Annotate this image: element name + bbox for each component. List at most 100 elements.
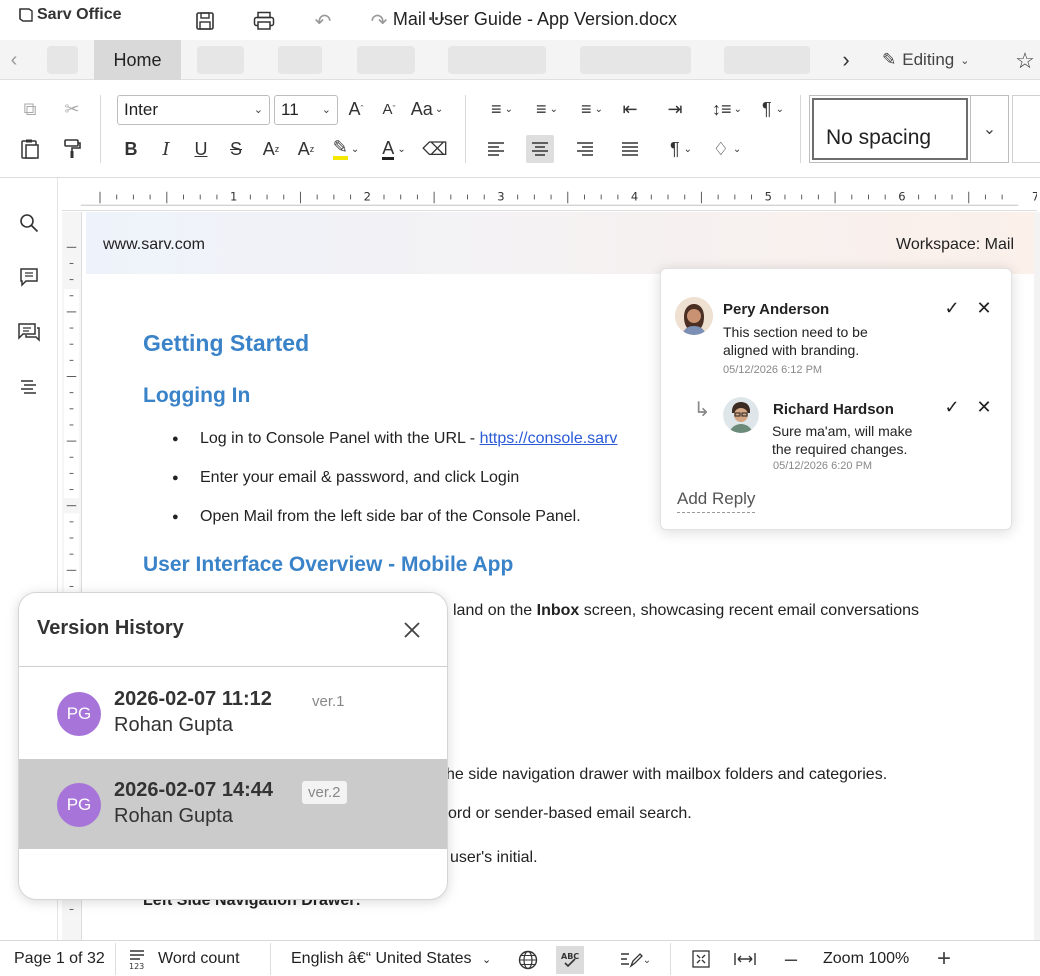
document-title: Mail User Guide - App Version.docx <box>392 9 678 29</box>
italic-icon[interactable]: I <box>152 135 180 163</box>
resolve-check-icon[interactable]: ✓ <box>941 396 963 418</box>
subscript-icon[interactable]: Az <box>292 135 320 163</box>
zoom-level[interactable]: Zoom 100% <box>823 950 909 968</box>
divider <box>670 943 671 975</box>
close-icon[interactable] <box>399 617 425 643</box>
font-color-icon[interactable]: A ⌄ <box>374 135 414 163</box>
track-changes-icon[interactable]: ⌄ <box>614 947 656 973</box>
version-datetime: 2026-02-07 11:12 <box>114 688 272 710</box>
globe-icon[interactable] <box>516 948 540 972</box>
undo-icon[interactable]: ↶ <box>310 8 336 34</box>
word-count-button[interactable]: 123 Word count <box>128 948 240 970</box>
tab-placeholder[interactable] <box>448 46 546 74</box>
redo-icon[interactable]: ↷ <box>366 8 392 34</box>
print-icon[interactable] <box>250 8 278 34</box>
underline-icon[interactable]: U <box>187 135 215 163</box>
comment-author: Pery Anderson <box>723 301 830 318</box>
copy-icon[interactable]: ⧉ <box>16 95 44 123</box>
add-reply-link[interactable]: Add Reply <box>677 489 756 513</box>
bold-icon[interactable]: B <box>117 135 145 163</box>
tab-placeholder[interactable] <box>197 46 244 74</box>
star-icon[interactable]: ☆ <box>1012 48 1038 74</box>
tab-placeholder[interactable] <box>278 46 322 74</box>
font-size-select[interactable]: 11 ⌄ <box>274 95 338 125</box>
more-icon[interactable]: ··· <box>424 6 450 32</box>
chevron-left-icon[interactable]: ‹ <box>4 48 24 72</box>
change-case-icon[interactable]: Aa ⌄ <box>408 95 446 123</box>
fit-width-icon[interactable] <box>732 947 758 971</box>
svg-text:ABC: ABC <box>561 952 579 961</box>
grow-font-icon[interactable]: Aˆ <box>342 95 370 123</box>
close-icon[interactable]: ✕ <box>973 396 995 418</box>
comment-icon[interactable] <box>14 262 44 292</box>
superscript-icon[interactable]: Az <box>257 135 285 163</box>
divider <box>465 95 466 163</box>
cut-icon[interactable]: ✂ <box>58 95 86 123</box>
fit-page-icon[interactable] <box>689 947 713 971</box>
console-link[interactable]: https://console.sarv <box>480 430 618 447</box>
app-name: Sarv Office <box>37 6 122 23</box>
tab-placeholder[interactable] <box>724 46 810 74</box>
version-item-selected[interactable]: PG 2026-02-07 14:44 Rohan Gupta ver.2 <box>19 759 447 849</box>
editing-mode-button[interactable]: ✎ Editing ⌄ <box>882 50 969 70</box>
align-center-icon[interactable] <box>526 135 554 163</box>
highlight-color-icon[interactable]: ✎ ⌄ <box>326 135 366 163</box>
save-icon[interactable] <box>192 8 218 34</box>
style-no-spacing[interactable]: No spacing <box>812 98 968 160</box>
increase-indent-icon[interactable]: ⇥ <box>661 95 689 123</box>
align-right-icon[interactable] <box>571 135 599 163</box>
ruler-label: 3 <box>497 189 504 203</box>
ruler-label: 1 <box>230 189 237 203</box>
tab-placeholder[interactable] <box>357 46 415 74</box>
multilevel-list-icon[interactable]: ≡ ⌄ <box>572 95 612 123</box>
version-datetime: 2026-02-07 14:44 <box>114 779 274 801</box>
search-icon[interactable] <box>14 208 44 238</box>
chevron-down-icon: ⌄ <box>960 54 970 67</box>
tab-placeholder[interactable] <box>580 46 691 74</box>
close-icon[interactable]: ✕ <box>973 297 995 319</box>
avatar: PG <box>57 692 101 736</box>
list-item: Enter your email & password, and click L… <box>172 469 519 487</box>
zoom-out-icon[interactable]: – <box>779 946 803 971</box>
format-painter-icon[interactable] <box>58 135 86 163</box>
clear-format-icon[interactable]: ⌫ <box>421 135 449 163</box>
spellcheck-icon[interactable]: ABC <box>556 946 584 974</box>
bullet-text: Log in to Console Panel with the URL - <box>200 430 480 447</box>
paragraph-text: screen, showcasing recent email conversa… <box>579 602 920 619</box>
paste-icon[interactable] <box>16 135 44 163</box>
language-select[interactable]: English â€“ United States ⌄ <box>291 950 491 968</box>
page-indicator[interactable]: Page 1 of 32 <box>14 950 105 968</box>
shading-icon[interactable]: ♢ ⌄ <box>706 135 748 163</box>
horizontal-ruler[interactable]: 1 2 3 4 5 6 7 <box>62 185 1037 211</box>
styles-pane-edge[interactable] <box>1012 95 1040 163</box>
chevron-down-icon[interactable]: ⌄ <box>970 96 1008 162</box>
version-badge: ver.2 <box>302 781 347 804</box>
strikethrough-icon[interactable]: S <box>222 135 250 163</box>
navigation-icon[interactable] <box>14 372 44 402</box>
decrease-indent-icon[interactable]: ⇤ <box>616 95 644 123</box>
version-item[interactable]: PG 2026-02-07 11:12 Rohan Gupta ver.1 <box>19 668 447 758</box>
comment-date: 05/12/2026 6:20 PM <box>773 460 873 472</box>
font-family-select[interactable]: Inter ⌄ <box>117 95 270 125</box>
paragraph-direction-icon[interactable]: ¶ ⌄ <box>752 95 794 123</box>
font-size-value: 11 <box>281 100 299 119</box>
show-formatting-icon[interactable]: ¶ ⌄ <box>661 135 701 163</box>
heading-ui-overview: User Interface Overview - Mobile App <box>143 553 514 576</box>
line-spacing-icon[interactable]: ↕≡ ⌄ <box>706 95 748 123</box>
numbered-list-icon[interactable]: ≡ ⌄ <box>527 95 567 123</box>
resolve-check-icon[interactable]: ✓ <box>941 297 963 319</box>
comment-text: the required changes. <box>772 441 908 457</box>
justify-icon[interactable] <box>616 135 644 163</box>
chat-icon[interactable] <box>14 318 44 348</box>
align-left-icon[interactable] <box>482 135 510 163</box>
chevron-down-icon: ⌄ <box>321 104 331 116</box>
bullet-list-icon[interactable]: ≡ ⌄ <box>482 95 522 123</box>
chevron-right-icon[interactable]: › <box>836 47 856 72</box>
zoom-in-icon[interactable]: + <box>932 945 956 972</box>
avatar <box>723 397 759 433</box>
heading-logging-in: Logging In <box>143 384 251 407</box>
shrink-font-icon[interactable]: Aˇ <box>375 95 403 123</box>
tab-home[interactable]: Home <box>94 40 181 80</box>
styles-gallery[interactable]: No spacing ⌄ <box>809 95 1009 163</box>
tab-placeholder[interactable] <box>47 46 78 74</box>
